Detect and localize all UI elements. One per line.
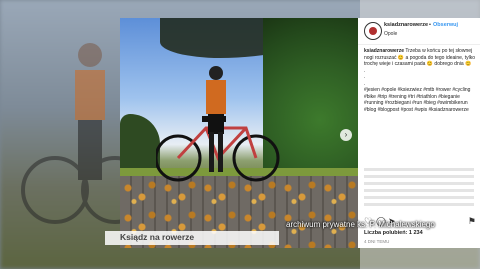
separator-dot: • xyxy=(429,22,431,28)
caption-username[interactable]: ksiadznarowerze xyxy=(364,48,404,54)
caption-dots: . . . xyxy=(364,67,366,87)
photo-credit: archiwum prywatne ks. P. Michalewskiego xyxy=(286,220,435,229)
post-header: ksiadznarowerze • Obserwuj Opole xyxy=(358,18,480,45)
post-timestamp: 4 DNI TEMU xyxy=(364,239,390,244)
comments-blurred xyxy=(364,168,474,208)
post-caption: ksiadznarowerze Trzeba w końcu po tej sł… xyxy=(364,48,476,113)
avatar[interactable] xyxy=(364,22,382,40)
instagram-photo[interactable] xyxy=(120,18,358,248)
caption-hashtags[interactable]: #jesien #opole #ksiezwiez #mtb #rower #c… xyxy=(364,87,476,113)
background-cyclist-image xyxy=(21,43,130,224)
follow-button[interactable]: Obserwuj xyxy=(433,22,458,28)
location-link[interactable]: Opole xyxy=(384,31,397,37)
username-link[interactable]: ksiadznarowerze xyxy=(384,22,428,28)
instagram-post-panel: ksiadznarowerze • Obserwuj Opole ksiadzn… xyxy=(358,18,480,248)
bookmark-icon[interactable]: ⚑ xyxy=(468,216,476,227)
likes-count[interactable]: Liczba polubień: 1 234 xyxy=(364,230,423,236)
lower-third-title: Ksiądz na rowerze xyxy=(120,232,195,242)
next-arrow-icon[interactable]: › xyxy=(340,129,352,141)
cyclist-with-bike-image xyxy=(156,66,280,182)
